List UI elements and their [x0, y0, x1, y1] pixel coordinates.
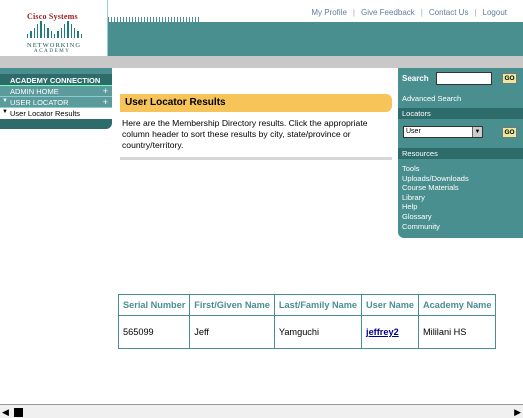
nav-item-label: USER LOCATOR — [10, 98, 69, 107]
expand-plus-icon[interactable]: + — [103, 86, 108, 96]
header-band — [108, 22, 523, 56]
my-profile-link[interactable]: My Profile — [305, 8, 353, 17]
logo-brand: Cisco Systems — [27, 12, 78, 21]
resource-link-glossary[interactable]: Glossary — [402, 212, 469, 222]
locator-selected-value: User — [406, 128, 421, 135]
resources-list: Tools Uploads/Downloads Course Materials… — [402, 164, 469, 231]
logo-line2: ACADEMY — [34, 49, 71, 54]
resource-link-community[interactable]: Community — [402, 222, 469, 232]
dropdown-arrow-icon[interactable]: ▼ — [472, 127, 482, 137]
column-header-user-name[interactable]: User Name — [361, 294, 420, 316]
left-nav: ACADEMY CONNECTION ADMIN HOME + USER LOC… — [0, 68, 112, 129]
table-header-row: Serial Number First/Given Name Last/Fami… — [117, 294, 497, 316]
logo-bridge-icon — [27, 21, 83, 38]
intro-text: Here are the Membership Directory result… — [122, 118, 368, 150]
resource-link-tools[interactable]: Tools — [402, 164, 469, 174]
nav-header[interactable]: ACADEMY CONNECTION — [0, 74, 112, 86]
resources-header: Resources — [398, 148, 523, 159]
scroll-thumb[interactable] — [14, 408, 23, 417]
advanced-search-link[interactable]: Advanced Search — [402, 94, 461, 103]
right-panel: Search GO Advanced Search Locators User … — [398, 68, 523, 238]
horizontal-scrollbar[interactable]: ◀ ▶ — [0, 404, 523, 418]
nav-item-user-locator[interactable]: USER LOCATOR + — [0, 97, 112, 108]
resource-link-course-materials[interactable]: Course Materials — [402, 183, 469, 193]
results-table: Serial Number First/Given Name Last/Fami… — [117, 294, 497, 349]
cell-first-name: Jeff — [189, 315, 275, 349]
column-header-last-name[interactable]: Last/Family Name — [273, 294, 363, 316]
nav-item-label: ADMIN HOME — [10, 87, 59, 96]
contact-us-link[interactable]: Contact Us — [423, 8, 475, 17]
header-divider — [0, 56, 523, 68]
scroll-left-icon[interactable]: ◀ — [2, 407, 9, 417]
locator-go-button[interactable]: GO — [502, 127, 517, 138]
column-header-first-name[interactable]: First/Given Name — [189, 294, 275, 316]
top-links: My Profile | Give Feedback | Contact Us … — [305, 8, 513, 17]
logo[interactable]: Cisco Systems NETWORKING ACADEMY — [0, 0, 108, 56]
cell-academy: Mililani HS — [418, 315, 497, 349]
content-divider — [120, 157, 392, 160]
expand-plus-icon[interactable]: + — [103, 97, 108, 107]
user-name-link[interactable]: jeffrey2 — [366, 327, 399, 337]
table-row: 565099 Jeff Yamguchi jeffrey2 Mililani H… — [117, 315, 497, 349]
logout-link[interactable]: Logout — [477, 8, 513, 17]
locators-header: Locators — [398, 108, 523, 119]
page-title-bar: User Locator Results — [120, 94, 392, 112]
column-header-academy[interactable]: Academy Name — [418, 294, 497, 316]
logo-line1: NETWORKING — [27, 42, 82, 49]
column-header-serial[interactable]: Serial Number — [117, 294, 191, 316]
cell-user-name: jeffrey2 — [361, 315, 420, 349]
search-go-button[interactable]: GO — [502, 73, 517, 84]
resource-link-uploads[interactable]: Uploads/Downloads — [402, 174, 469, 184]
scroll-right-icon[interactable]: ▶ — [514, 407, 521, 417]
cell-last-name: Yamguchi — [273, 315, 363, 349]
nav-item-user-locator-results[interactable]: User Locator Results — [0, 108, 112, 119]
page-title: User Locator Results — [125, 97, 226, 108]
nav-item-admin-home[interactable]: ADMIN HOME + — [0, 86, 112, 97]
search-input[interactable] — [436, 72, 492, 85]
resource-link-help[interactable]: Help — [402, 202, 469, 212]
locator-select[interactable]: User ▼ — [403, 126, 483, 138]
cell-serial: 565099 — [117, 315, 191, 349]
search-label: Search — [402, 74, 429, 83]
give-feedback-link[interactable]: Give Feedback — [355, 8, 421, 17]
resource-link-library[interactable]: Library — [402, 193, 469, 203]
